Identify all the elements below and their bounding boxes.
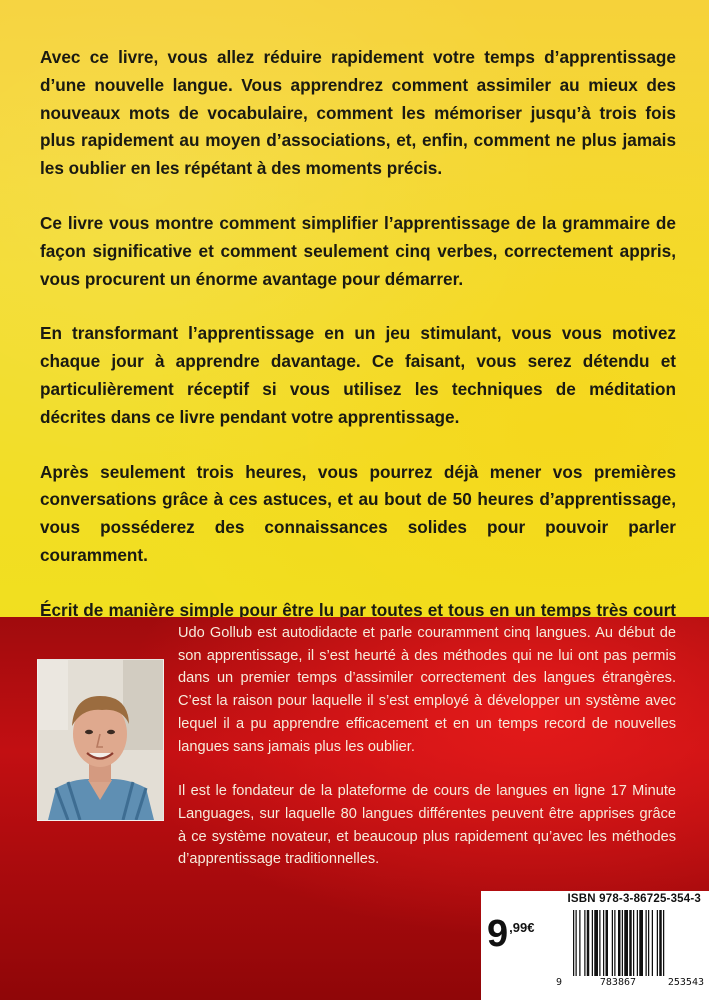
- description-paragraph-3: En transformant l’apprentissage en un je…: [40, 323, 676, 427]
- barcode-digit-lead: 9: [556, 977, 563, 988]
- author-bio-paragraph-1: Udo Gollub est autodidacte et parle cour…: [178, 625, 676, 755]
- price-decimal: ,99€: [509, 920, 535, 935]
- price-integer: 9: [487, 913, 509, 955]
- author-portrait-image: [38, 660, 163, 820]
- author-bio-paragraph-2: Il est le fondateur de la plateforme de …: [178, 783, 676, 868]
- barcode-bars: [573, 910, 665, 976]
- isbn-number: ISBN 978-3-86725-354-3: [567, 893, 701, 905]
- description-paragraph-2: Ce livre vous montre comment simplifier …: [40, 212, 676, 289]
- price-label: 9 ,99€: [487, 911, 557, 963]
- barcode-digits: 9 783867 253543: [556, 977, 704, 988]
- book-back-cover: Avec ce livre, vous allez réduire rapide…: [0, 0, 709, 1000]
- author-bio: Udo Gollub est autodidacte et parle cour…: [178, 622, 676, 893]
- barcode-digits-left: 783867: [599, 977, 637, 988]
- yellow-description-panel: Avec ce livre, vous allez réduire rapide…: [0, 0, 709, 648]
- description-text: Avec ce livre, vous allez réduire rapide…: [40, 44, 676, 679]
- description-paragraph-1: Avec ce livre, vous allez réduire rapide…: [40, 47, 676, 179]
- author-photo: [37, 659, 164, 821]
- barcode-digits-right: 253543: [667, 977, 704, 988]
- description-paragraph-4: Après seulement trois heures, vous pourr…: [40, 461, 676, 565]
